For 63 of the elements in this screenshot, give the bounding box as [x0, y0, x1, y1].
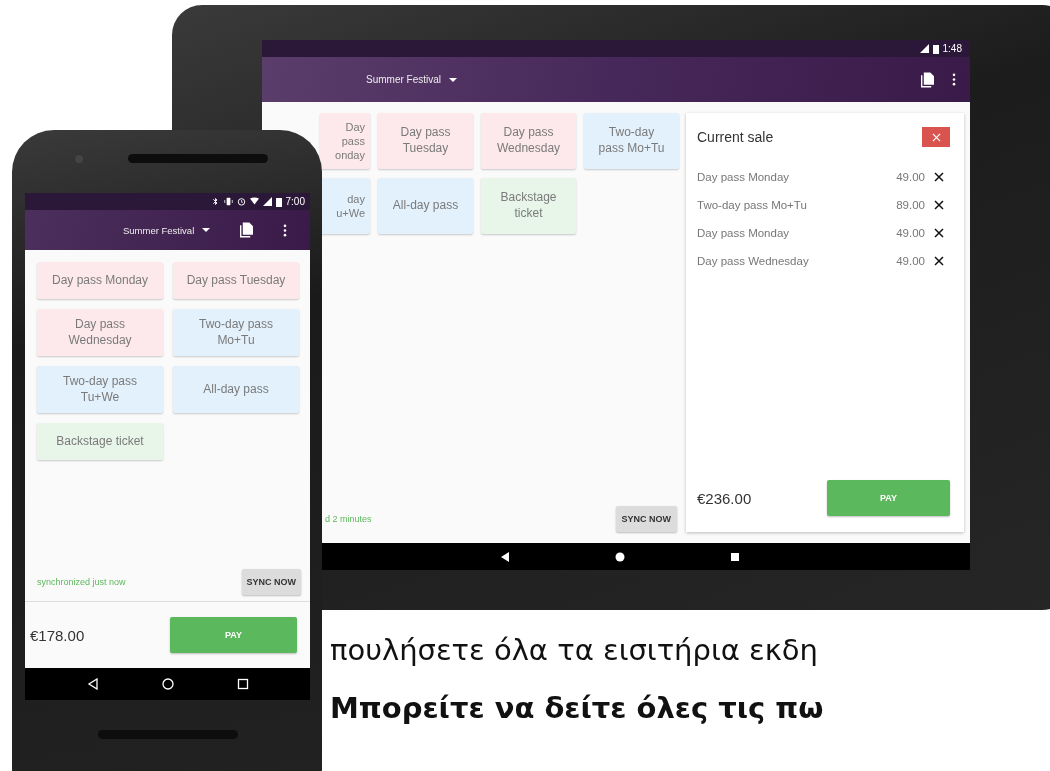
remove-icon[interactable]	[934, 228, 944, 238]
sync-now-button[interactable]: SYNC NOW	[615, 506, 677, 532]
sale-item-name: Day pass Wednesday	[697, 255, 810, 267]
more-icon[interactable]	[952, 73, 956, 86]
event-dropdown[interactable]: Summer Festival	[123, 222, 211, 238]
sale-item-name: Day pass Monday	[697, 171, 791, 183]
wifi-icon	[249, 197, 259, 206]
sale-item-price: 89.00	[896, 199, 925, 211]
sale-item-price: 49.00	[896, 171, 925, 183]
product-tile[interactable]: Two-day pass Tu+We	[37, 366, 163, 414]
signal-icon	[262, 197, 272, 206]
sale-item-name: Two-day pass Mo+Tu	[697, 199, 808, 211]
battery-icon	[275, 196, 282, 207]
product-tile[interactable]: Day pass Tuesday	[378, 113, 473, 169]
remove-icon[interactable]	[934, 200, 944, 210]
product-tile[interactable]: Backstage ticket	[37, 423, 163, 461]
close-icon	[931, 132, 941, 142]
card-title: Current sale	[697, 129, 774, 145]
back-icon[interactable]	[86, 678, 99, 690]
home-icon[interactable]	[615, 551, 625, 562]
sale-item-name: Day pass Monday	[697, 227, 791, 239]
caption-text: Μπορείτε να δείτε όλες τις πω	[330, 691, 824, 725]
home-icon[interactable]	[161, 678, 174, 690]
pay-button[interactable]: PAY	[170, 617, 297, 653]
more-icon[interactable]	[283, 223, 288, 237]
document-icon[interactable]	[921, 71, 934, 88]
product-tile[interactable]: Day pass onday	[320, 113, 370, 169]
sync-status: synchronized just now	[37, 577, 126, 587]
document-icon[interactable]	[240, 222, 254, 238]
vibrate-icon	[223, 197, 233, 206]
product-tile[interactable]: All-day pass	[173, 366, 299, 414]
product-tile[interactable]: Day pass Monday	[37, 262, 163, 299]
recents-icon[interactable]	[730, 551, 740, 562]
battery-icon	[932, 43, 939, 54]
back-icon[interactable]	[500, 551, 510, 562]
remove-icon[interactable]	[934, 172, 944, 182]
status-time: 1:48	[942, 43, 962, 54]
status-time: 7:00	[285, 196, 305, 207]
caption-text: πουλήσετε όλα τα εισιτήρια εκδη	[330, 633, 819, 667]
product-tile[interactable]: All-day pass	[378, 178, 473, 234]
sale-total: €236.00	[697, 489, 752, 507]
sale-item-price: 49.00	[896, 227, 925, 239]
product-tile[interactable]: Two-day pass Mo+Tu	[173, 309, 299, 357]
sale-total: €178.00	[30, 626, 85, 644]
pay-button[interactable]: PAY	[827, 480, 950, 516]
sync-status: d 2 minutes	[325, 514, 372, 524]
caret-icon	[202, 228, 211, 232]
event-dropdown[interactable]: Summer Festival	[366, 72, 457, 87]
product-tile[interactable]: Day pass Wednesday	[37, 309, 163, 357]
bluetooth-icon	[210, 197, 220, 206]
signal-icon	[919, 44, 929, 53]
remove-icon[interactable]	[934, 256, 944, 266]
caret-icon	[449, 77, 457, 82]
recents-icon[interactable]	[236, 678, 249, 690]
product-tile[interactable]: day u+We	[320, 178, 370, 234]
product-tile[interactable]: Backstage ticket	[481, 178, 576, 234]
alarm-icon	[236, 197, 246, 206]
clear-sale-button[interactable]	[922, 127, 950, 147]
product-tile[interactable]: Day pass Tuesday	[173, 262, 299, 299]
product-tile[interactable]: Day pass Wednesday	[481, 113, 576, 169]
product-tile[interactable]: Two-day pass Mo+Tu	[584, 113, 679, 169]
sale-item-price: 49.00	[896, 255, 925, 267]
sync-now-button[interactable]: SYNC NOW	[241, 569, 301, 595]
